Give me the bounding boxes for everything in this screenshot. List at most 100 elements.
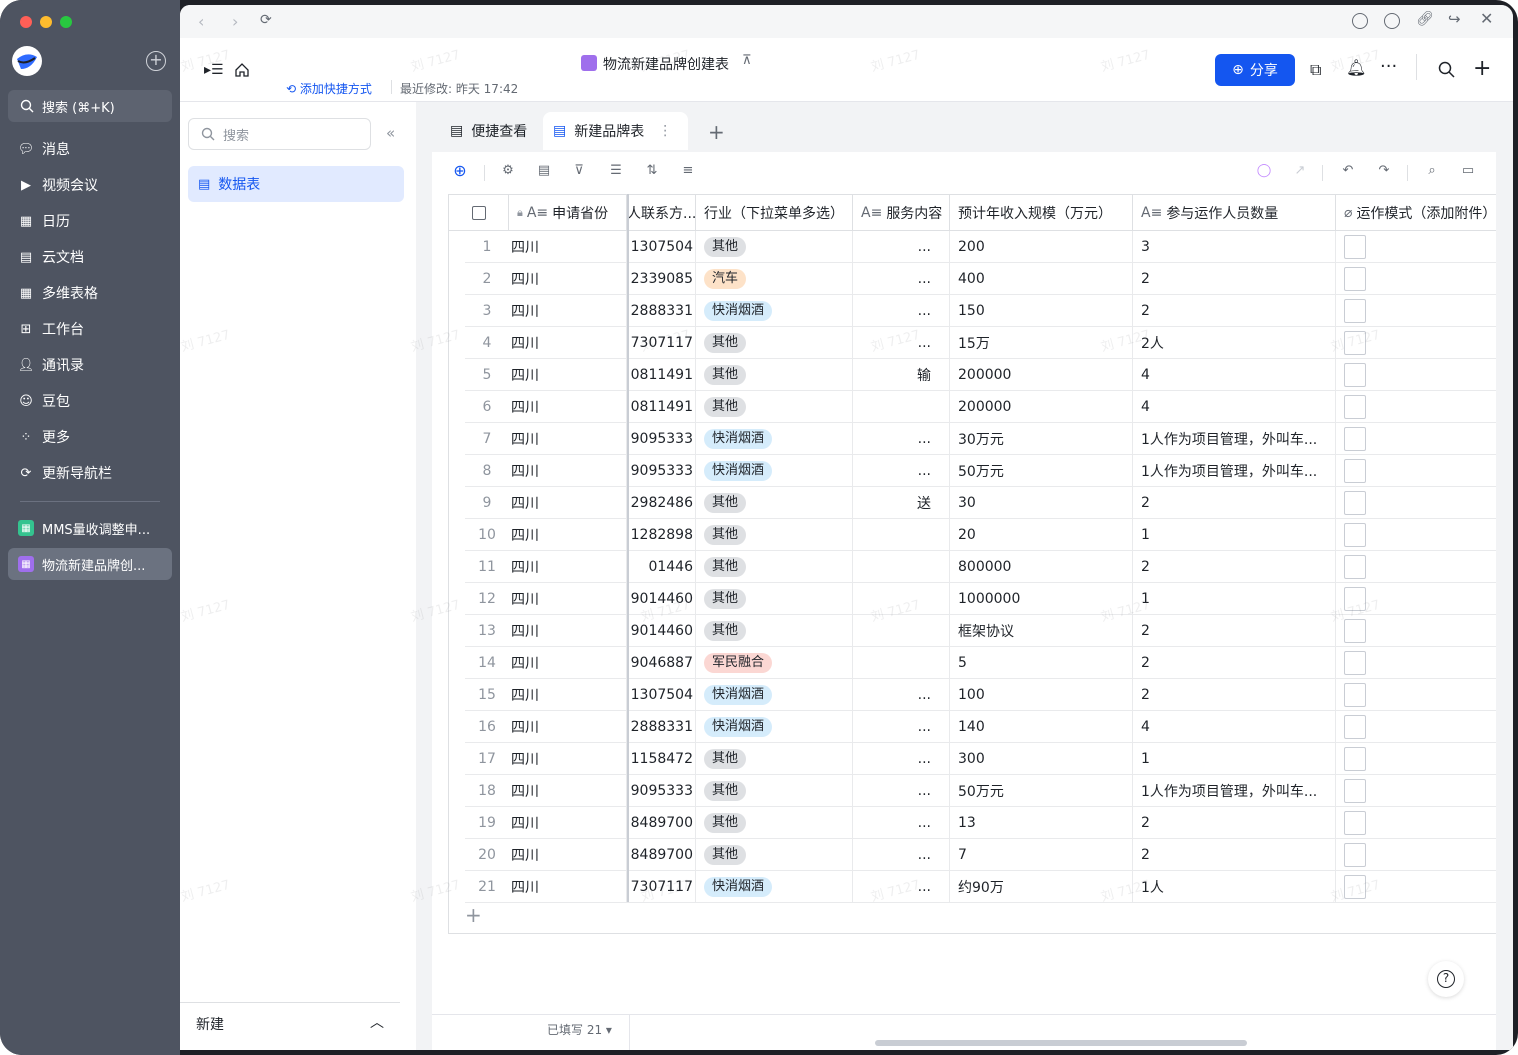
cell-province[interactable]: 四川 <box>509 327 627 359</box>
cell-staff[interactable]: 1 <box>1133 519 1336 551</box>
cell-industry[interactable]: 其他 <box>696 583 853 615</box>
sidebar-item-6[interactable]: 👤︎ 通讯录 <box>8 349 172 381</box>
cell-industry[interactable]: 其他 <box>696 487 853 519</box>
attachment-thumbnail[interactable] <box>1344 362 1366 387</box>
cell-province[interactable]: 四川 <box>509 551 627 583</box>
cell-revenue[interactable]: 50万元 <box>950 775 1133 807</box>
bell-icon[interactable]: 🔔︎ <box>1346 58 1366 77</box>
cell-industry[interactable]: 其他 <box>696 231 853 263</box>
cell-mode[interactable] <box>1336 263 1496 295</box>
group-icon[interactable]: ☰ <box>606 160 626 180</box>
cell-revenue[interactable]: 140 <box>950 711 1133 743</box>
cell-industry[interactable]: 其他 <box>696 551 853 583</box>
select-all-checkbox[interactable] <box>471 205 486 220</box>
cell-industry[interactable]: 其他 <box>696 743 853 775</box>
column-header-province[interactable]: 🔒︎ A≡ 申请省份 <box>509 195 627 231</box>
add-icon[interactable]: + <box>1473 56 1491 81</box>
cell-revenue[interactable]: 5 <box>950 647 1133 679</box>
share-view-icon[interactable]: ↗ <box>1290 160 1310 180</box>
cell-service[interactable]: ... <box>853 743 950 775</box>
cell-staff[interactable]: 4 <box>1133 391 1336 423</box>
attachment-thumbnail[interactable] <box>1344 330 1366 355</box>
table-row[interactable]: 2 四川 2339085 汽车... 400 2 <box>465 263 1496 295</box>
cell-mode[interactable] <box>1336 359 1496 391</box>
link-icon[interactable]: 🔗︎ <box>1416 11 1434 27</box>
cell-province[interactable]: 四川 <box>509 423 627 455</box>
cell-contact[interactable]: 9095333 <box>627 455 696 487</box>
cell-revenue[interactable]: 800000 <box>950 551 1133 583</box>
sidebar-item-3[interactable]: ▤ 云文档 <box>8 241 172 273</box>
cell-province[interactable]: 四川 <box>509 359 627 391</box>
cell-mode[interactable] <box>1336 775 1496 807</box>
cell-industry[interactable]: 其他 <box>696 327 853 359</box>
cell-mode[interactable] <box>1336 615 1496 647</box>
attachment-thumbnail[interactable] <box>1344 586 1366 611</box>
cell-mode[interactable] <box>1336 327 1496 359</box>
table-row[interactable]: 21 四川 7307117 快消烟酒... 约90万 1人 <box>465 871 1496 903</box>
comment-icon[interactable] <box>1352 13 1368 29</box>
cell-province[interactable]: 四川 <box>509 839 627 871</box>
attachment-thumbnail[interactable] <box>1344 298 1366 323</box>
cell-industry[interactable]: 快消烟酒 <box>696 295 853 327</box>
table-row[interactable]: 4 四川 7307117 其他... 15万 2人 <box>465 327 1496 359</box>
cell-province[interactable]: 四川 <box>509 871 627 903</box>
attachment-thumbnail[interactable] <box>1344 426 1366 451</box>
column-header-contact[interactable]: 人联系方... <box>627 195 696 231</box>
table-row[interactable]: 8 四川 9095333 快消烟酒... 50万元 1人作为项目管理，外叫车... <box>465 455 1496 487</box>
table-search-input[interactable]: 搜索 <box>188 118 371 150</box>
cell-industry[interactable]: 其他 <box>696 519 853 551</box>
find-icon[interactable]: ⌕ <box>1422 160 1442 180</box>
sidebar-item-1[interactable]: ▶ 视频会议 <box>8 169 172 201</box>
add-shortcut-link[interactable]: ⟲ 添加快捷方式 <box>286 80 372 97</box>
horizontal-scrollbar[interactable] <box>875 1040 1247 1046</box>
column-header-staff[interactable]: A≡ 参与运作人员数量 <box>1133 195 1336 231</box>
comment-icon[interactable]: ▭ <box>1458 160 1478 180</box>
table-row[interactable]: 5 四川 0811491 其他 输 200000 4 <box>465 359 1496 391</box>
cell-mode[interactable] <box>1336 551 1496 583</box>
cell-industry[interactable]: 其他 <box>696 359 853 391</box>
cell-contact[interactable]: 9046887 <box>627 647 696 679</box>
cell-revenue[interactable]: 100 <box>950 679 1133 711</box>
attachment-thumbnail[interactable] <box>1344 746 1366 771</box>
attachment-thumbnail[interactable] <box>1344 682 1366 707</box>
cell-contact[interactable]: 1158472 <box>627 743 696 775</box>
cell-province[interactable]: 四川 <box>509 487 627 519</box>
cell-contact[interactable]: 2339085 <box>627 263 696 295</box>
cell-province[interactable]: 四川 <box>509 583 627 615</box>
table-row[interactable]: 6 四川 0811491 其他 200000 4 <box>465 391 1496 423</box>
cell-industry[interactable]: 快消烟酒 <box>696 711 853 743</box>
table-row[interactable]: 1 四川 1307504 其他... 200 3 <box>465 231 1496 263</box>
cell-service[interactable]: ... <box>853 775 950 807</box>
back-icon[interactable]: ‹ <box>198 12 204 31</box>
add-tab-icon[interactable]: + <box>708 120 725 144</box>
cell-contact[interactable]: 9095333 <box>627 423 696 455</box>
cell-service[interactable]: ... <box>853 231 950 263</box>
cell-staff[interactable]: 2 <box>1133 263 1336 295</box>
cell-mode[interactable] <box>1336 423 1496 455</box>
undo-icon[interactable]: ↶ <box>1338 160 1358 180</box>
cell-mode[interactable] <box>1336 679 1496 711</box>
cell-industry[interactable]: 其他 <box>696 839 853 871</box>
cell-mode[interactable] <box>1336 455 1496 487</box>
cell-revenue[interactable]: 13 <box>950 807 1133 839</box>
cell-service[interactable]: ... <box>853 327 950 359</box>
cell-service[interactable]: 送 <box>853 487 950 519</box>
cell-revenue[interactable]: 50万元 <box>950 455 1133 487</box>
cell-service[interactable]: ... <box>853 423 950 455</box>
cell-staff[interactable]: 2 <box>1133 487 1336 519</box>
table-row[interactable]: 9 四川 2982486 其他 送 30 2 <box>465 487 1496 519</box>
attachment-thumbnail[interactable] <box>1344 874 1366 899</box>
cell-province[interactable]: 四川 <box>509 615 627 647</box>
column-header-mode[interactable]: ⌀ 运作模式（添加附件） <box>1336 195 1496 231</box>
cell-staff[interactable]: 2人 <box>1133 327 1336 359</box>
cell-mode[interactable] <box>1336 231 1496 263</box>
cell-contact[interactable]: 1307504 <box>627 679 696 711</box>
sidebar-item-2[interactable]: ▦ 日历 <box>8 205 172 237</box>
cell-contact[interactable]: 0811491 <box>627 391 696 423</box>
column-header-service[interactable]: A≡ 服务内容 <box>853 195 950 231</box>
cell-province[interactable]: 四川 <box>509 391 627 423</box>
cell-province[interactable]: 四川 <box>509 519 627 551</box>
attachment-thumbnail[interactable] <box>1344 554 1366 579</box>
add-row-button[interactable]: + <box>465 903 482 927</box>
cell-mode[interactable] <box>1336 519 1496 551</box>
